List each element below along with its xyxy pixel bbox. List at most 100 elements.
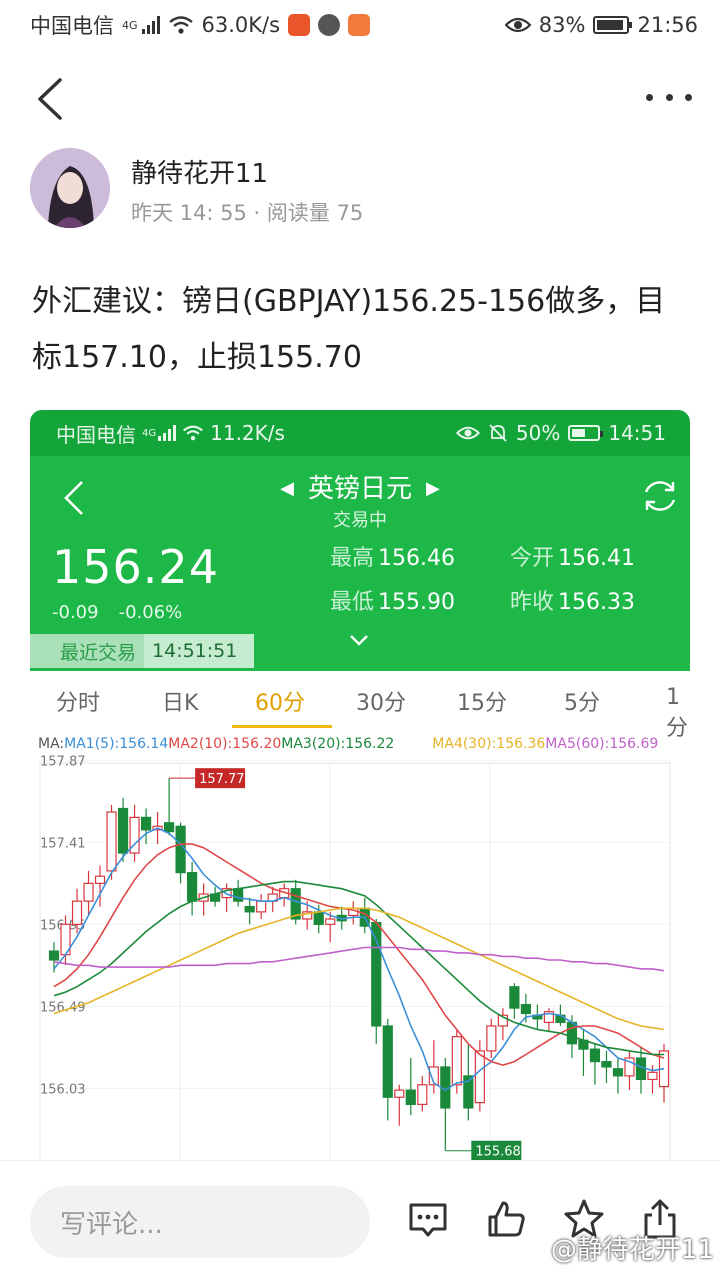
recent-trade-label: 最近交易 bbox=[30, 634, 145, 668]
y-tick-label: 157.41 bbox=[40, 836, 86, 851]
more-menu-icon[interactable] bbox=[646, 80, 692, 114]
network-speed: 63.0K/s bbox=[201, 13, 281, 37]
candle-body bbox=[509, 986, 520, 1009]
post-image[interactable]: 中国电信 4G 11.2K/s 50% 14:51 ◀ 英镑日元 ▶ 交易中 156… bbox=[30, 410, 690, 1170]
image-status-bar: 中国电信 4G 11.2K/s 50% 14:51 bbox=[30, 410, 690, 456]
avatar[interactable] bbox=[30, 148, 110, 228]
y-tick-label: 156.03 bbox=[40, 1082, 86, 1097]
candle-body bbox=[417, 1084, 428, 1105]
like-icon[interactable] bbox=[484, 1197, 528, 1241]
next-instrument-icon: ▶ bbox=[426, 478, 440, 499]
battery-icon bbox=[568, 425, 604, 441]
ma-legend-item: MA1(5):156.14 bbox=[64, 736, 169, 752]
candle-body bbox=[313, 911, 324, 925]
battery-icon bbox=[593, 16, 633, 34]
ma-line bbox=[53, 946, 665, 972]
active-tab-indicator bbox=[232, 725, 332, 728]
image-carrier: 中国电信 bbox=[56, 422, 136, 447]
refresh-icon bbox=[644, 481, 676, 511]
candle-body bbox=[175, 825, 186, 874]
candle-body bbox=[83, 882, 94, 902]
ma-legend-item: MA4(30):156.36 bbox=[432, 736, 546, 752]
tab-period[interactable]: 日K bbox=[162, 685, 198, 717]
candle-body bbox=[256, 900, 267, 913]
period-tabs: 分时 日K 60分 30分 15分 5分 1分 bbox=[30, 671, 690, 741]
clock: 21:56 bbox=[637, 13, 698, 37]
candle-body bbox=[187, 872, 198, 902]
candle-body bbox=[451, 1036, 462, 1086]
stat-prev-close: 昨收 156.33 bbox=[510, 590, 635, 615]
ma-legend-item: MA2(10):156.20 bbox=[168, 736, 282, 752]
candle-body bbox=[94, 875, 106, 884]
network-label: 4G bbox=[122, 18, 138, 32]
candle-body bbox=[71, 900, 83, 925]
ma-prefix: MA: bbox=[38, 736, 65, 752]
instrument-name: 英镑日元 bbox=[307, 474, 412, 504]
change-value: -0.09 bbox=[52, 602, 99, 623]
image-network: 4G bbox=[142, 427, 157, 439]
comment-icon[interactable] bbox=[406, 1197, 450, 1241]
ma-legend-item: MA3(20):156.22 bbox=[281, 736, 395, 752]
candle-body bbox=[520, 1003, 531, 1015]
candle-body bbox=[382, 1025, 393, 1098]
status-bar: 中国电信 4G 63.0K/s 83% 21:56 bbox=[0, 0, 720, 50]
tab-period[interactable]: 60分 bbox=[255, 685, 305, 717]
candle-body bbox=[48, 950, 60, 961]
post-text: 外汇建议：镑日(GBPJAY)156.25-156做多，目标157.10，止损1… bbox=[32, 284, 666, 375]
ma-legend-item: MA5(60):156.69 bbox=[545, 736, 659, 752]
stat-low: 最低 155.90 bbox=[330, 590, 455, 615]
post-meta: 昨天 14: 55 · 阅读量 75 bbox=[131, 201, 364, 225]
price-change: -0.09 -0.06% bbox=[52, 602, 202, 623]
tab-period[interactable]: 15分 bbox=[457, 685, 507, 717]
candle-body bbox=[566, 1021, 578, 1045]
app-notification-icon bbox=[318, 14, 341, 36]
candle-body bbox=[474, 1050, 485, 1104]
max-marker-label: 157.77 bbox=[199, 772, 245, 787]
candle-body bbox=[601, 1061, 612, 1068]
back-icon[interactable] bbox=[30, 74, 74, 124]
candle-body bbox=[589, 1048, 601, 1063]
tab-period[interactable]: 5分 bbox=[564, 685, 600, 717]
candlestick-chart: 157.87157.41156.95156.49156.03157.77155.… bbox=[39, 755, 671, 1166]
eye-icon bbox=[504, 17, 531, 33]
candle-body bbox=[647, 1071, 658, 1081]
mute-bell-icon bbox=[489, 424, 507, 442]
stat-open: 今开 156.41 bbox=[510, 546, 635, 571]
recent-trade: 最近交易 14:51:51 bbox=[30, 634, 254, 668]
image-speed: 11.2K/s bbox=[210, 421, 285, 445]
recent-trade-time: 14:51:51 bbox=[152, 640, 238, 662]
battery-percent: 83% bbox=[538, 13, 586, 37]
candle-body bbox=[117, 807, 129, 854]
tab-period[interactable]: 30分 bbox=[356, 685, 406, 717]
app-notification-icon bbox=[348, 14, 371, 36]
image-battery-percent: 50% bbox=[515, 421, 561, 445]
image-clock: 14:51 bbox=[608, 421, 666, 445]
candle-body bbox=[394, 1089, 405, 1098]
trading-status: 交易中 bbox=[333, 510, 387, 531]
y-tick-label: 156.49 bbox=[40, 1000, 86, 1015]
chevron-down-icon bbox=[350, 635, 368, 646]
candle-body bbox=[106, 811, 117, 872]
candle-body bbox=[405, 1089, 416, 1105]
candle-body bbox=[371, 921, 382, 1027]
tab-period[interactable]: 1分 bbox=[666, 685, 690, 742]
tab-period[interactable]: 分时 bbox=[56, 685, 100, 717]
ma-line bbox=[53, 907, 665, 1031]
change-percent: -0.06% bbox=[118, 602, 183, 623]
carrier-label: 中国电信 bbox=[30, 14, 114, 38]
signal-icon bbox=[141, 16, 160, 34]
bottom-action-bar: 写评论... @静待花开11 bbox=[0, 1160, 720, 1280]
wifi-icon bbox=[168, 16, 193, 34]
comment-input[interactable]: 写评论... bbox=[30, 1186, 370, 1258]
min-marker-label: 155.68 bbox=[475, 1145, 521, 1160]
author-name[interactable]: 静待花开11 bbox=[131, 153, 268, 190]
signal-icon bbox=[158, 425, 177, 441]
app-notification-icon bbox=[288, 14, 311, 36]
candle-body bbox=[325, 918, 336, 925]
wifi-icon bbox=[183, 425, 204, 441]
candle-body bbox=[163, 822, 175, 833]
quote-header: ◀ 英镑日元 ▶ 交易中 156.24 -0.09 -0.06% 最高 156.46 今… bbox=[30, 456, 690, 671]
candle-body bbox=[612, 1068, 624, 1077]
instrument-title: ◀ 英镑日元 ▶ bbox=[30, 468, 690, 505]
y-tick-label: 157.87 bbox=[40, 755, 86, 769]
